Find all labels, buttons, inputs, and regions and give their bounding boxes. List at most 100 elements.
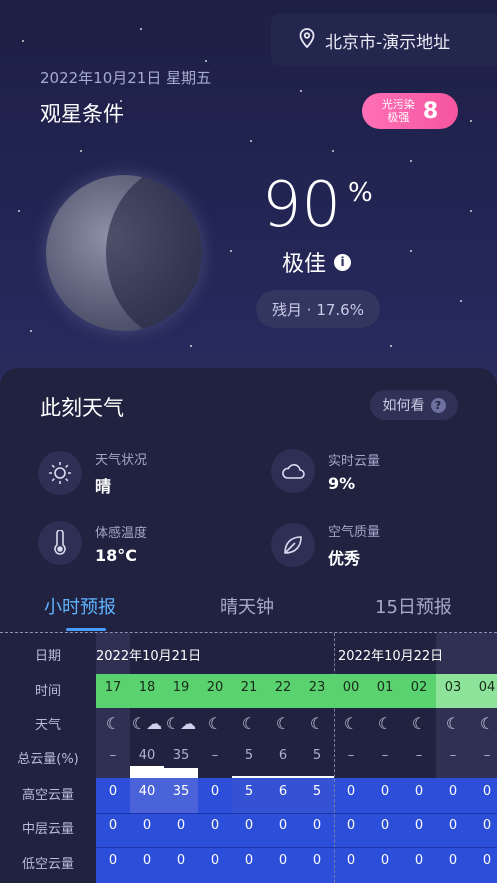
mid-cloud-cell: 0 (244, 818, 254, 833)
weather-now-title: 此刻天气 (40, 396, 124, 420)
hour-cell[interactable]: 03 (436, 680, 470, 695)
high-cloud-cell: 5 (312, 784, 322, 799)
viewing-verdict: 极佳 (282, 252, 327, 277)
hour-cell[interactable]: 21 (232, 680, 266, 695)
light-pollution-level: 极强 (387, 111, 410, 124)
hour-cell[interactable]: 22 (266, 680, 300, 695)
forecast-tabs: 小时预报 晴天钟 15日预报 (0, 593, 497, 619)
low-cloud-cell: 0 (108, 853, 118, 868)
low-cloud-cell: 0 (278, 853, 288, 868)
divider (0, 632, 497, 633)
light-pollution-label: 光污染 (381, 98, 415, 111)
hour-cell[interactable]: 23 (300, 680, 334, 695)
moon-icon: ☾ (207, 714, 223, 733)
hour-cell[interactable]: 00 (334, 680, 368, 695)
moon-phase-badge: 残月 · 17.6% (256, 290, 380, 328)
row-label: 时间 (34, 684, 61, 699)
location-selector[interactable]: 北京市-演示地址 (271, 14, 497, 66)
viewing-score: 90 (262, 168, 341, 241)
low-cloud-cell: 0 (176, 853, 186, 868)
moon-image (46, 175, 202, 331)
tab-hourly[interactable]: 小时预报 (44, 593, 116, 619)
low-cloud-cell: 0 (414, 853, 424, 868)
how-to-read-button[interactable]: 如何看 ? (370, 390, 458, 420)
row-label: 天气 (34, 718, 61, 733)
row-label: 中层云量 (21, 822, 74, 837)
row-label: 高空云量 (21, 788, 74, 803)
moon-icon: ☾ (241, 714, 257, 733)
row-label: 低空云量 (21, 857, 74, 872)
mid-cloud-cell: 0 (482, 818, 492, 833)
condition-label: 天气状况 (95, 453, 148, 468)
low-cloud-cell: 0 (244, 853, 254, 868)
total-cloud-cell: 6 (278, 748, 288, 763)
mid-cloud-cell: 0 (380, 818, 390, 833)
row-label: 总云量(%) (17, 752, 79, 767)
moon-icon: ☾ (105, 714, 121, 733)
mid-cloud-cell: 0 (210, 818, 220, 833)
sun-icon (38, 451, 82, 495)
hour-cell[interactable]: 19 (164, 680, 198, 695)
low-cloud-cell: 0 (312, 853, 322, 868)
total-cloud-cell: – (449, 748, 457, 763)
high-cloud-cell: 5 (244, 784, 254, 799)
low-cloud-cell: 0 (482, 853, 492, 868)
date-label: 2022年10月21日 (96, 649, 202, 664)
hour-cell[interactable]: 02 (402, 680, 436, 695)
feels-like-label: 体感温度 (95, 525, 148, 541)
light-pollution-badge[interactable]: 光污染 极强 8 (362, 93, 458, 129)
feels-like-temperature: 体感温度 18°C (38, 521, 147, 565)
moon-icon: ☾ (411, 714, 427, 733)
hour-cell[interactable]: 17 (96, 680, 130, 695)
high-cloud-cell: 0 (210, 784, 220, 799)
row-separator (96, 813, 497, 814)
moon-icon: ☾ (479, 714, 495, 733)
light-pollution-value: 8 (422, 98, 439, 124)
condition-value: 晴 (95, 477, 112, 496)
tab-15-day[interactable]: 15日预报 (375, 593, 452, 619)
total-cloud-cell: 5 (244, 748, 254, 763)
low-cloud-cell: 0 (448, 853, 458, 868)
weather-condition: 天气状况 晴 (38, 449, 147, 497)
hour-cell[interactable]: 04 (470, 680, 497, 695)
cloud-cover-label: 实时云量 (328, 453, 381, 469)
hour-cell[interactable]: 20 (198, 680, 232, 695)
cloud-cover-value: 9% (328, 473, 356, 493)
leaf-icon (271, 523, 315, 567)
high-cloud-cell: 0 (380, 784, 390, 799)
row-label: 日期 (34, 649, 61, 664)
location-pin-icon (299, 27, 315, 53)
high-cloud-cell: 35 (172, 784, 190, 799)
air-quality-label: 空气质量 (328, 525, 381, 540)
total-cloud-cell: – (415, 748, 423, 763)
hour-cell[interactable]: 18 (130, 680, 164, 695)
row-separator (96, 847, 497, 848)
high-cloud-cell: 0 (346, 784, 356, 799)
mid-cloud-cell: 0 (346, 818, 356, 833)
total-cloud-cell: 40 (138, 748, 156, 763)
mid-cloud-cell: 0 (142, 818, 152, 833)
total-cloud-cell: – (347, 748, 355, 763)
high-cloud-cell: 0 (414, 784, 424, 799)
current-date: 2022年10月21日 星期五 (40, 69, 212, 87)
high-cloud-cell: 0 (482, 784, 492, 799)
total-cloud-cell: – (483, 748, 491, 763)
total-cloud-cell: – (211, 748, 219, 763)
location-text: 北京市-演示地址 (325, 32, 451, 53)
total-cloud-cell: – (381, 748, 389, 763)
high-cloud-cell: 0 (448, 784, 458, 799)
mid-cloud-cell: 0 (414, 818, 424, 833)
cloud-cover: 实时云量 9% (271, 449, 380, 493)
cloud-bar (130, 766, 164, 778)
mid-cloud-cell: 0 (108, 818, 118, 833)
active-tab-indicator (66, 628, 106, 631)
low-cloud-cell: 0 (346, 853, 356, 868)
high-cloud-cell: 40 (138, 784, 156, 799)
info-icon[interactable]: i (334, 253, 352, 271)
page-title: 观星条件 (40, 102, 124, 126)
mid-cloud-cell: 0 (176, 818, 186, 833)
tab-clear-sky-clock[interactable]: 晴天钟 (220, 593, 274, 619)
cloud-icon (271, 449, 315, 493)
hour-cell[interactable]: 01 (368, 680, 402, 695)
mid-cloud-cell: 0 (278, 818, 288, 833)
